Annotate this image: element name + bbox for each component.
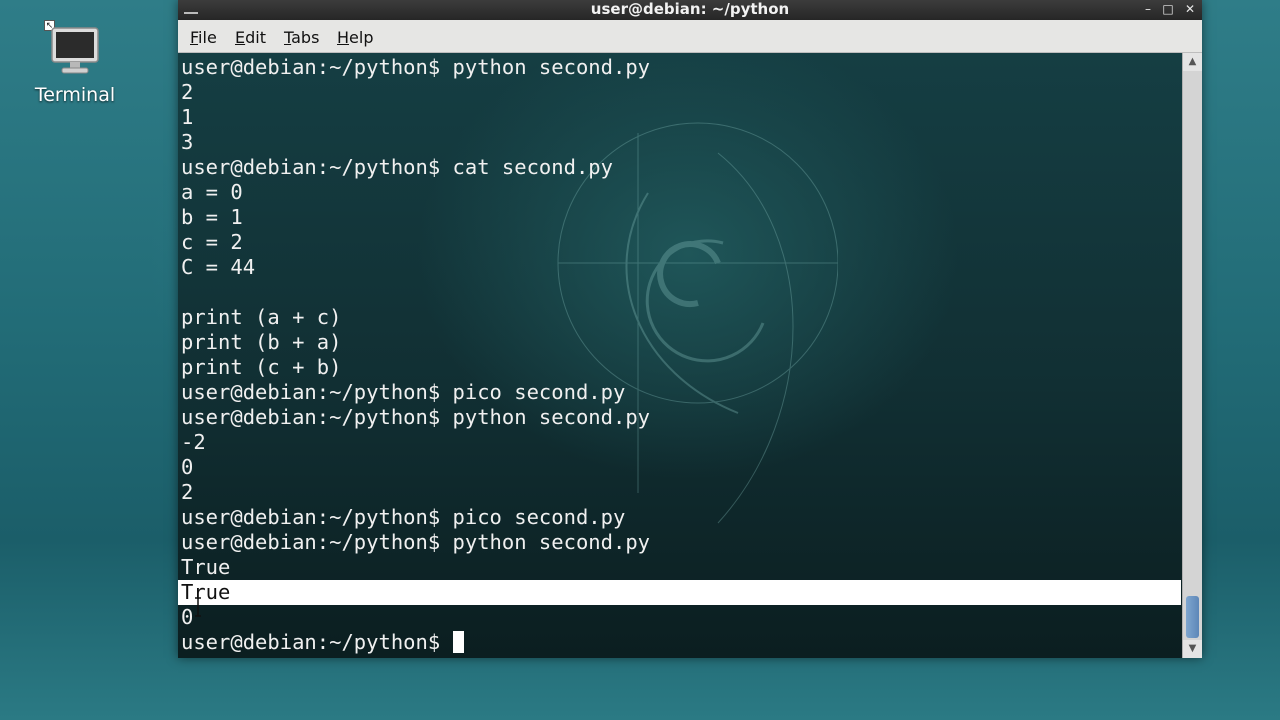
terminal-line: user@debian:~/python$ pico second.py xyxy=(181,380,626,404)
terminal-line: print (a + c) xyxy=(181,305,342,329)
maximize-button[interactable]: □ xyxy=(1158,0,1178,20)
scrollbar-thumb[interactable] xyxy=(1186,596,1199,638)
menu-file[interactable]: File xyxy=(190,28,217,47)
menu-help[interactable]: Help xyxy=(337,28,373,47)
minimize-button[interactable]: – xyxy=(1138,0,1158,20)
terminal-line: print (b + a) xyxy=(181,330,342,354)
terminal-line: a = 0 xyxy=(181,180,243,204)
scroll-up-arrow-icon[interactable]: ▲ xyxy=(1183,53,1202,71)
terminal-line: 3 xyxy=(181,130,194,154)
terminal-cursor xyxy=(452,631,464,653)
text-cursor-ibeam-icon xyxy=(195,597,201,617)
desktop-icon-label: Terminal xyxy=(34,84,116,106)
monitor-icon xyxy=(51,27,99,74)
terminal-output[interactable]: user@debian:~/python$ python second.py 2 1… xyxy=(178,53,1182,658)
terminal-line: user@debian:~/python$ python second.py xyxy=(181,405,650,429)
terminal-line: 1 xyxy=(181,105,194,129)
close-button[interactable]: ✕ xyxy=(1180,0,1200,20)
terminal-line: user@debian:~/python$ xyxy=(181,630,1181,655)
menu-tabs[interactable]: Tabs xyxy=(284,28,319,47)
scroll-down-arrow-icon[interactable]: ▼ xyxy=(1183,640,1202,658)
terminal-line: user@debian:~/python$ python second.py xyxy=(181,530,650,554)
terminal-line: 0 xyxy=(181,605,194,629)
terminal-lines: user@debian:~/python$ python second.py 2 1… xyxy=(178,55,1181,655)
terminal-line-selected: True xyxy=(178,580,1181,605)
terminal-line: 2 xyxy=(181,480,194,504)
terminal-line: c = 2 xyxy=(181,230,243,254)
terminal-line: True xyxy=(181,555,231,579)
terminal-line: b = 1 xyxy=(181,205,243,229)
terminal-line: 0 xyxy=(181,455,194,479)
window-title: user@debian: ~/python xyxy=(590,0,790,18)
terminal-line: user@debian:~/python$ python second.py xyxy=(181,55,650,79)
terminal-window: user@debian: ~/python – □ ✕ File Edit Ta… xyxy=(178,0,1202,658)
terminal-line: print (c + b) xyxy=(181,355,342,379)
menu-bar: File Edit Tabs Help xyxy=(178,20,1202,53)
menu-edit[interactable]: Edit xyxy=(235,28,266,47)
title-bar[interactable]: user@debian: ~/python – □ ✕ xyxy=(178,0,1202,20)
terminal-line: user@debian:~/python$ cat second.py xyxy=(181,155,613,179)
terminal-line: C = 44 xyxy=(181,255,256,279)
desktop-icon-terminal[interactable]: ↖ Terminal xyxy=(22,20,128,112)
terminal-line: user@debian:~/python$ pico second.py xyxy=(181,505,626,529)
prompt-text: user@debian:~/python$ xyxy=(181,630,453,654)
vertical-scrollbar[interactable]: ▲ ▼ xyxy=(1182,53,1202,658)
terminal-line: 2 xyxy=(181,80,194,104)
terminal-line: -2 xyxy=(181,430,206,454)
